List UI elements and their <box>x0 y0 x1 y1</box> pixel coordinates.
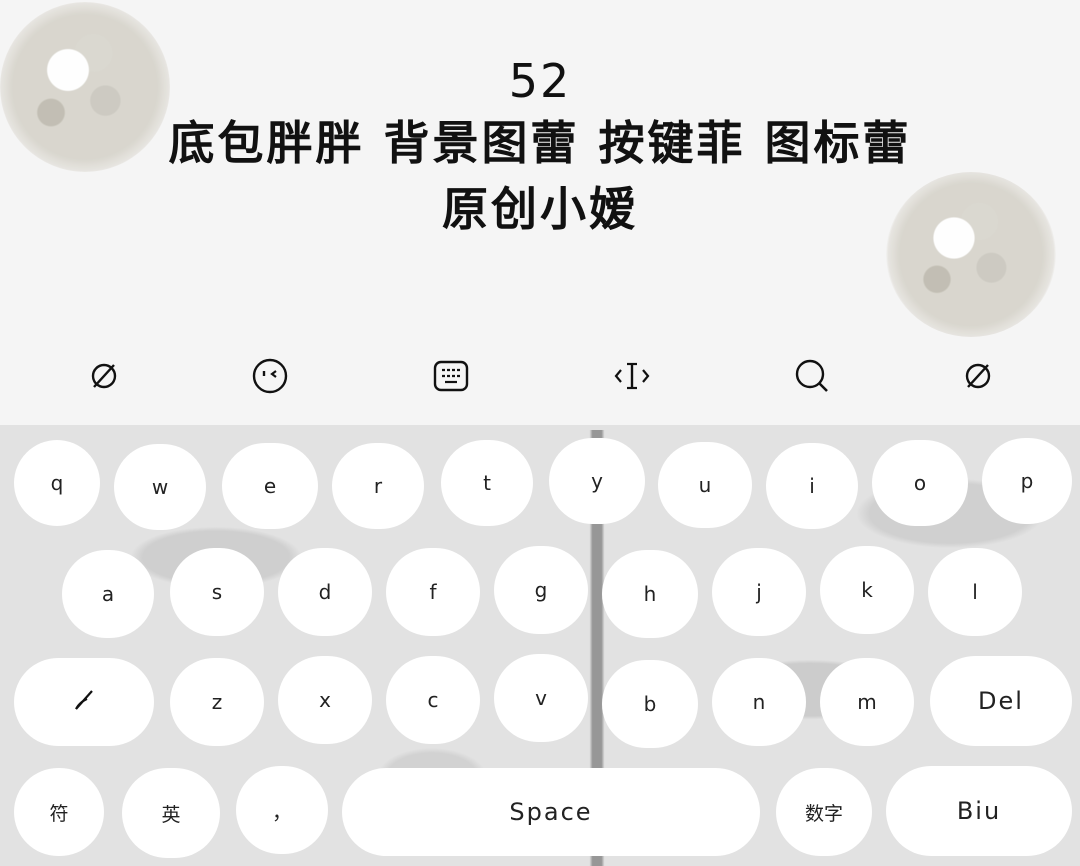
key-z[interactable]: z <box>170 658 264 746</box>
delete-key[interactable]: Del <box>930 656 1072 746</box>
theme-number: 52 <box>508 54 572 108</box>
key-d[interactable]: d <box>278 548 372 636</box>
enter-key[interactable]: Biu <box>886 766 1072 856</box>
search-icon[interactable] <box>790 354 834 398</box>
key-t[interactable]: t <box>441 440 533 526</box>
credits-line: 底包胖胖 背景图蕾 按键菲 图标蕾 <box>168 116 912 170</box>
key-i[interactable]: i <box>766 443 858 529</box>
key-v[interactable]: v <box>494 654 588 742</box>
key-n[interactable]: n <box>712 658 806 746</box>
key-k[interactable]: k <box>820 546 914 634</box>
key-m[interactable]: m <box>820 658 914 746</box>
pen-icon <box>71 687 97 718</box>
keyboard-icon[interactable] <box>429 354 473 398</box>
face-icon[interactable] <box>248 354 292 398</box>
key-j[interactable]: j <box>712 548 806 636</box>
empty-set-icon[interactable] <box>956 354 1000 398</box>
key-u[interactable]: u <box>658 442 752 528</box>
original-author-line: 原创小嫒 <box>442 182 638 236</box>
key-l[interactable]: l <box>928 548 1022 636</box>
key-b[interactable]: b <box>602 660 698 748</box>
key-h[interactable]: h <box>602 550 698 638</box>
key-c[interactable]: c <box>386 656 480 744</box>
symbol-key[interactable]: 符 <box>14 768 104 856</box>
number-key[interactable]: 数字 <box>776 768 872 856</box>
key-q[interactable]: q <box>14 440 100 526</box>
key-x[interactable]: x <box>278 656 372 744</box>
comma-key[interactable]: ， <box>236 766 328 854</box>
empty-set-icon[interactable] <box>82 354 126 398</box>
language-switch-key[interactable]: 英 <box>122 768 220 858</box>
key-a[interactable]: a <box>62 550 154 638</box>
key-g[interactable]: g <box>494 546 588 634</box>
text-cursor-icon[interactable] <box>610 354 654 398</box>
key-e[interactable]: e <box>222 443 318 529</box>
key-y[interactable]: y <box>549 438 645 524</box>
key-o[interactable]: o <box>872 440 968 526</box>
key-f[interactable]: f <box>386 548 480 636</box>
key-s[interactable]: s <box>170 548 264 636</box>
key-w[interactable]: w <box>114 444 206 530</box>
key-p[interactable]: p <box>982 438 1072 524</box>
key-r[interactable]: r <box>332 443 424 529</box>
title-header: 52 底包胖胖 背景图蕾 按键菲 图标蕾 原创小嫒 <box>0 52 1080 242</box>
keyboard-toolbar <box>0 348 1080 404</box>
handwriting-key[interactable] <box>14 658 154 746</box>
space-key[interactable]: Space <box>342 768 760 856</box>
